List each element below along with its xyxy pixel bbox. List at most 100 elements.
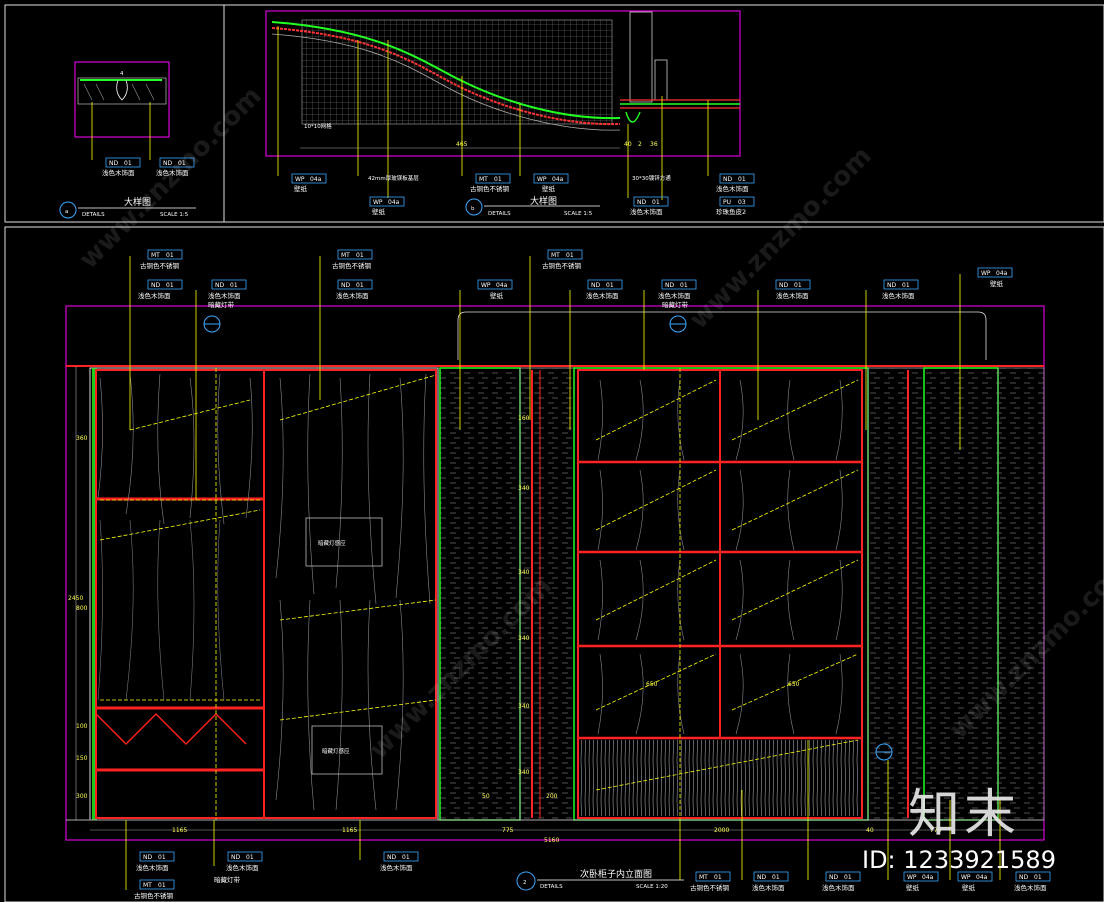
svg-text:ND: ND (829, 874, 838, 881)
bottom-dim-2: 1165 (342, 827, 357, 834)
svg-text:01: 01 (772, 874, 780, 881)
bottom-dim-4: 2000 (714, 827, 729, 834)
detail-b-dim-4: 36 (650, 141, 658, 148)
svg-text:暗藏灯带: 暗藏灯带 (662, 300, 689, 309)
svg-text:01: 01 (1034, 874, 1042, 881)
svg-text:古铜色不锈钢: 古铜色不锈钢 (690, 883, 730, 892)
bottom-dim-5: 40 (866, 827, 874, 834)
tag-mt-e5: MT 01 古铜色不锈钢 (690, 871, 731, 892)
tag-nd-e13: ND 01 浅色木饰面 (1014, 871, 1051, 892)
svg-text:古铜色不锈钢: 古铜色不锈钢 (134, 891, 174, 900)
col-dim-2: 340 (518, 485, 530, 492)
svg-text:壁纸: 壁纸 (294, 184, 308, 193)
col-dim-1: 160 (518, 415, 530, 422)
svg-text:壁纸: 壁纸 (542, 184, 556, 193)
svg-text:ND: ND (231, 854, 240, 861)
svg-text:浅色木饰面: 浅色木饰面 (336, 291, 369, 300)
svg-text:MT: MT (479, 176, 488, 183)
svg-text:浅色木饰面: 浅色木饰面 (380, 863, 413, 872)
left-height-dim: 2450 (68, 595, 83, 602)
bottom-dim-1: 1165 (172, 827, 187, 834)
svg-text:MT: MT (341, 252, 350, 259)
shelf-dim-2: 650 (788, 681, 800, 688)
svg-text:04a: 04a (922, 874, 934, 881)
svg-text:01: 01 (566, 252, 574, 259)
col-dim-5: 340 (518, 703, 530, 710)
svg-text:浅色木饰面: 浅色木饰面 (882, 291, 915, 300)
svg-text:01: 01 (902, 282, 910, 289)
svg-text:ND: ND (887, 282, 896, 289)
tag-nd-e9: ND 01 浅色木饰面 暗藏灯带 (214, 851, 263, 884)
tag-nd-e1: ND 01 浅色木饰面 (138, 279, 183, 300)
elevation-title: 2 次卧柜子内立面图 DETAILS SCALE 1:20 (516, 868, 684, 891)
total-dim: 5160 (544, 837, 559, 844)
tag-wp-e4: WP 04a 壁纸 (957, 871, 993, 892)
svg-text:WP: WP (961, 874, 971, 881)
svg-text:SCALE 1:5: SCALE 1:5 (564, 211, 593, 217)
svg-text:01: 01 (166, 252, 174, 259)
svg-text:DETAILS: DETAILS (488, 211, 511, 217)
tag-wp-b3: WP 04a 壁纸 (533, 173, 569, 193)
svg-text:04a: 04a (496, 282, 508, 289)
col-dim-8: 200 (546, 793, 558, 800)
tag-wp-e1: WP 04a 壁纸 (477, 279, 513, 300)
svg-text:01: 01 (738, 176, 746, 183)
col-dim-6: 340 (518, 769, 530, 776)
svg-text:MT: MT (151, 252, 160, 259)
tag-nd-e12: ND 01 浅色木饰面 (822, 871, 861, 892)
svg-text:壁纸: 壁纸 (906, 883, 920, 892)
svg-text:01: 01 (124, 160, 132, 167)
svg-text:次卧柜子内立面图: 次卧柜子内立面图 (580, 868, 652, 880)
tag-nd-e5: ND 01 浅色木饰面 暗藏灯带 (658, 279, 697, 309)
steel-label: 30*30镀锌方通 (632, 174, 671, 182)
left-dim-1: 360 (76, 435, 88, 442)
tag-wp-b1: WP 04a 壁纸 (291, 173, 327, 193)
svg-text:ND: ND (151, 282, 160, 289)
svg-text:ND: ND (341, 282, 350, 289)
svg-text:ND: ND (779, 282, 788, 289)
tag-mt-b: MT 01 古铜色不锈钢 (470, 173, 511, 193)
svg-text:ND: ND (387, 854, 396, 861)
tag-nd-e11: ND 01 浅色木饰面 (752, 871, 789, 892)
left-dim-4: 150 (76, 755, 88, 762)
svg-text:01: 01 (356, 282, 364, 289)
svg-text:暗藏灯带: 暗藏灯带 (214, 875, 241, 884)
tag-nd-e6: ND 01 浅色木饰面 (775, 279, 811, 300)
svg-text:01: 01 (230, 282, 238, 289)
id-label: ID: 1233921589 (862, 846, 1056, 874)
svg-text:MT: MT (699, 874, 708, 881)
svg-text:01: 01 (494, 176, 502, 183)
tag-nd-e4: ND 01 浅色木饰面 (586, 279, 623, 300)
col-dim-4: 340 (518, 635, 530, 642)
svg-text:ND: ND (637, 199, 646, 206)
svg-text:浅色木饰面: 浅色木饰面 (1014, 883, 1047, 892)
svg-text:WP: WP (295, 176, 305, 183)
tag-nd-e2: ND 01 浅色木饰面 暗藏灯带 (208, 279, 247, 309)
svg-text:01: 01 (246, 854, 254, 861)
detail-b: 10*10网格 465 40 2 36 WP 04a 壁纸 42mm厚玻镁板基层… (265, 10, 755, 217)
svg-text:WP: WP (981, 270, 991, 277)
svg-text:浅色木饰面: 浅色木饰面 (822, 883, 855, 892)
tag-nd-a1: ND 01 浅色木饰面 (102, 157, 141, 177)
svg-text:04a: 04a (996, 270, 1008, 277)
detail-a: 4 ND 01 浅色木饰面 ND 01 浅色木饰面 a 大样图 DETAILS … (59, 61, 196, 219)
svg-text:浅色木饰面: 浅色木饰面 (136, 863, 169, 872)
shelf-dim-1: 650 (646, 681, 658, 688)
svg-text:古铜色不锈钢: 古铜色不锈钢 (140, 261, 180, 270)
svg-text:PU: PU (723, 199, 731, 206)
svg-text:ND: ND (143, 854, 152, 861)
svg-text:ND: ND (723, 176, 732, 183)
tag-nd-b2: ND 01 浅色木饰面 (716, 173, 755, 193)
tag-mt-e2: MT 01 古铜色不锈钢 (332, 249, 373, 270)
svg-text:01: 01 (714, 874, 722, 881)
panel-text-1: 暗藏灯感应 (318, 539, 346, 547)
detail-a-mark: 4 (120, 71, 124, 77)
cad-drawing: 4 ND 01 浅色木饰面 ND 01 浅色木饰面 a 大样图 DETAILS … (4, 4, 1104, 902)
col-dim-3: 340 (518, 569, 530, 576)
svg-text:浅色木饰面: 浅色木饰面 (752, 883, 785, 892)
svg-text:01: 01 (158, 854, 166, 861)
svg-text:01: 01 (158, 882, 166, 889)
svg-text:01: 01 (680, 282, 688, 289)
tag-mt-e4: MT 01 古铜色不锈钢 (134, 879, 175, 900)
svg-text:SCALE 1:20: SCALE 1:20 (636, 884, 668, 890)
